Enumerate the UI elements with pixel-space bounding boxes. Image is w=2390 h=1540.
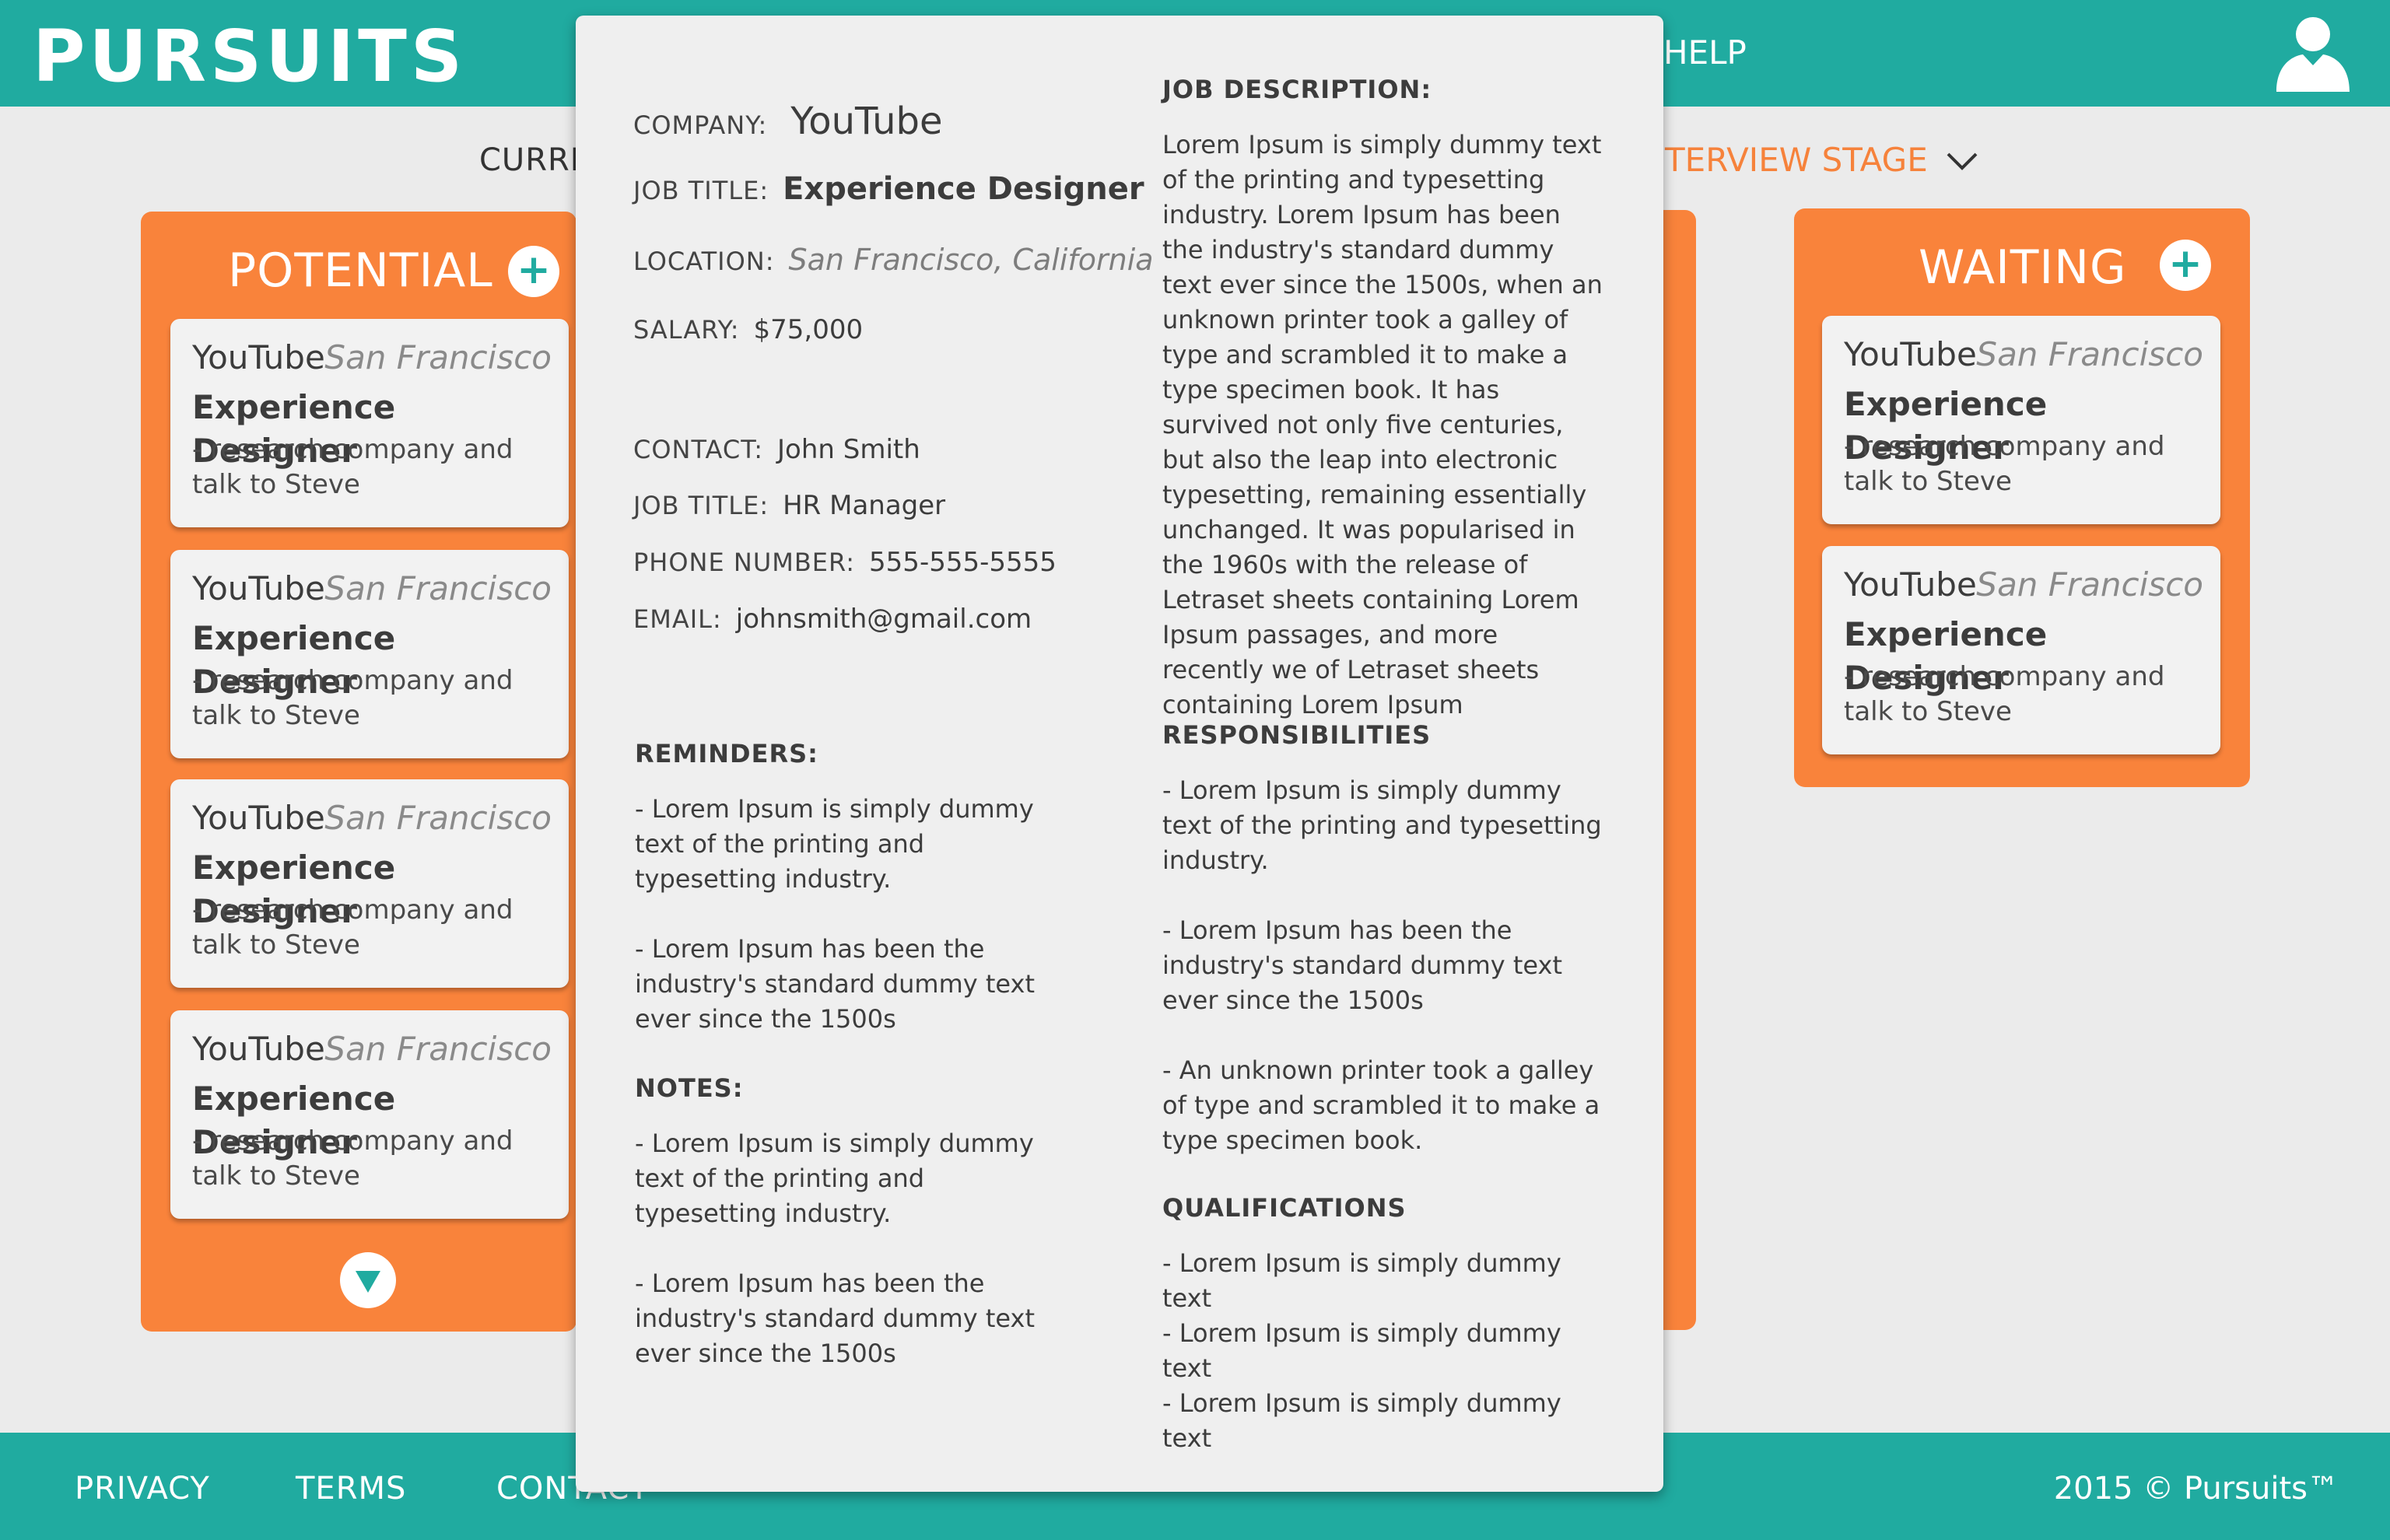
card-location: San Francisco [1976,565,2203,604]
terms-link[interactable]: TERMS [296,1467,406,1510]
card-company: YouTube [192,799,325,837]
card-location: San Francisco [324,799,552,837]
add-job-button[interactable]: + [508,246,559,297]
contact-field: CONTACT: John Smith [633,434,920,465]
card-location: San Francisco [324,338,552,376]
location-field: LOCATION: San Francisco, California [633,243,1154,277]
notes-heading: NOTES: [635,1073,744,1103]
company-label: COMPANY: [633,110,768,140]
card-company: YouTube [1844,335,1977,373]
email-value[interactable]: johnsmith@gmail.com [736,604,1032,635]
card-location: San Francisco [324,569,552,607]
email-label: EMAIL: [633,604,722,634]
card-note: - research company and talk to Steve [1844,661,2165,727]
contact-job-title-field: JOB TITLE: HR Manager [633,490,945,521]
responsibilities-heading: RESPONSIBILITIES [1162,720,1432,750]
phone-field: PHONE NUMBER: 555-555-5555 [633,547,1057,578]
card-company: YouTube [192,569,325,607]
triangle-down-icon [356,1271,380,1293]
company-value[interactable]: YouTube [790,100,942,143]
chevron-down-icon [1947,152,1978,170]
qualifications-heading: QUALIFICATIONS [1162,1193,1407,1223]
company-field: COMPANY: YouTube [633,100,942,143]
reminder-item[interactable]: - Lorem Ipsum is simply dummy text of th… [635,792,1071,897]
job-card[interactable]: YouTube San Francisco Experience Designe… [170,779,569,988]
note-item[interactable]: - Lorem Ipsum has been the industry's st… [635,1266,1071,1371]
location-label: LOCATION: [633,247,775,276]
user-icon[interactable] [2270,8,2356,93]
help-link[interactable]: HELP [1663,31,1747,75]
privacy-link[interactable]: PRIVACY [75,1467,210,1510]
card-company: YouTube [192,1030,325,1068]
card-note: - research company and talk to Steve [192,894,513,961]
scroll-down-button[interactable] [340,1252,396,1308]
job-title-label: JOB TITLE: [633,176,769,205]
responsibility-item[interactable]: - An unknown printer took a galley of ty… [1162,1053,1606,1158]
contact-label: CONTACT: [633,435,764,464]
card-note: - research company and talk to Steve [192,665,513,731]
card-note: - research company and talk to Steve [192,434,513,500]
column-title: POTENTIAL [228,243,493,298]
add-job-button[interactable]: + [2160,240,2211,291]
qualification-item[interactable]: - Lorem Ipsum is simply dummy text [1162,1246,1606,1316]
qualification-item[interactable]: - Lorem Ipsum is simply dummy text [1162,1316,1606,1386]
contact-job-title-value[interactable]: HR Manager [783,490,945,521]
reminders-heading: REMINDERS: [635,739,818,768]
location-value[interactable]: San Francisco, California [789,243,1154,277]
job-card[interactable]: YouTube San Francisco Experience Designe… [1822,316,2220,524]
reminder-item[interactable]: - Lorem Ipsum has been the industry's st… [635,932,1071,1037]
contact-value[interactable]: John Smith [777,434,920,465]
plus-icon: + [2168,240,2203,287]
job-card[interactable]: YouTube San Francisco Experience Designe… [1822,546,2220,754]
column-title: WAITING [1919,240,2127,295]
qualification-item[interactable]: - Lorem Ipsum is simply dummy text [1162,1386,1606,1456]
current-tab[interactable]: CURRE [479,138,590,182]
copyright: 2015 © Pursuits™ [2053,1471,2339,1507]
job-card[interactable]: YouTube San Francisco Experience Designe… [170,319,569,527]
responsibility-item[interactable]: - Lorem Ipsum has been the industry's st… [1162,913,1606,1018]
card-note: - research company and talk to Steve [1844,431,2165,497]
card-company: YouTube [192,338,325,376]
salary-value[interactable]: $75,000 [754,314,864,345]
job-title-value[interactable]: Experience Designer [783,171,1144,207]
job-description-heading: JOB DESCRIPTION: [1162,75,1432,104]
phone-value[interactable]: 555-555-5555 [869,547,1057,578]
email-field: EMAIL: johnsmith@gmail.com [633,604,1032,635]
job-title-field: JOB TITLE: Experience Designer [633,171,1144,207]
responsibility-item[interactable]: - Lorem Ipsum is simply dummy text of th… [1162,773,1606,878]
phone-label: PHONE NUMBER: [633,548,856,577]
plus-icon: + [517,247,551,293]
logo[interactable]: PURSUITS [33,14,466,100]
salary-label: SALARY: [633,315,740,345]
potential-column: POTENTIAL + YouTube San Francisco Experi… [141,212,576,1332]
stage-dropdown-label: TERVIEW STAGE [1665,141,1928,179]
job-card[interactable]: YouTube San Francisco Experience Designe… [170,550,569,758]
salary-field: SALARY: $75,000 [633,314,863,345]
job-description-text[interactable]: Lorem Ipsum is simply dummy text of the … [1162,128,1606,723]
job-detail-modal: COMPANY: YouTube JOB TITLE: Experience Des… [576,16,1663,1492]
job-card[interactable]: YouTube San Francisco Experience Designe… [170,1010,569,1219]
waiting-column: WAITING + YouTube San Francisco Experien… [1794,208,2250,787]
stage-dropdown[interactable]: TERVIEW STAGE [1665,137,1979,184]
card-company: YouTube [1844,565,1977,604]
card-location: San Francisco [324,1030,552,1068]
card-location: San Francisco [1976,335,2203,373]
note-item[interactable]: - Lorem Ipsum is simply dummy text of th… [635,1126,1071,1231]
contact-job-title-label: JOB TITLE: [633,491,769,520]
card-note: - research company and talk to Steve [192,1125,513,1192]
